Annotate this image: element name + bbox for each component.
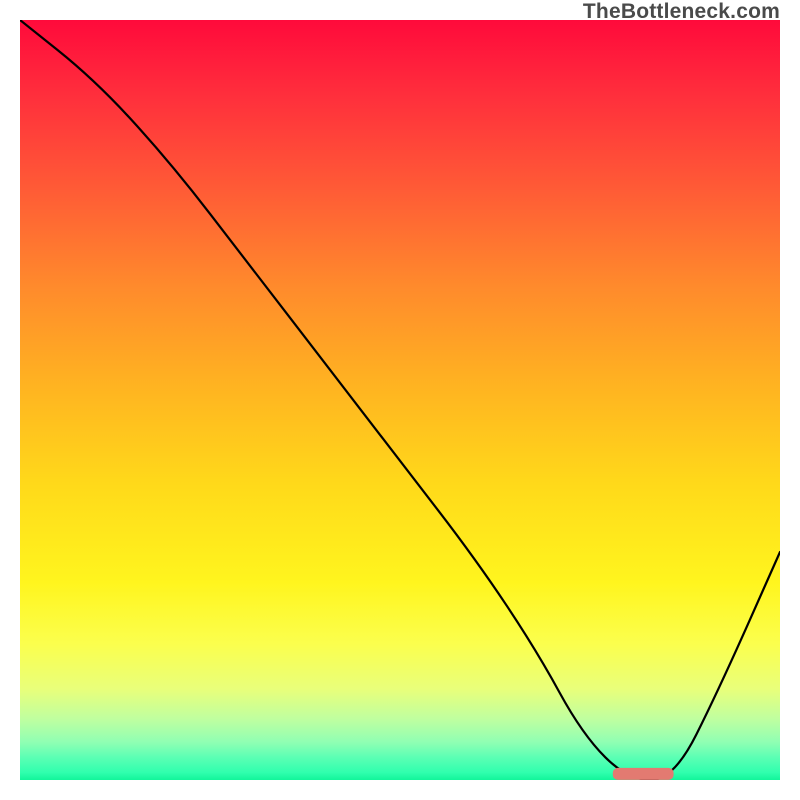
chart-overlay — [20, 20, 780, 780]
bottleneck-curve — [20, 20, 780, 780]
attribution-label: TheBottleneck.com — [583, 0, 780, 24]
target-band-marker — [613, 768, 674, 780]
bottleneck-chart: TheBottleneck.com — [0, 0, 800, 800]
